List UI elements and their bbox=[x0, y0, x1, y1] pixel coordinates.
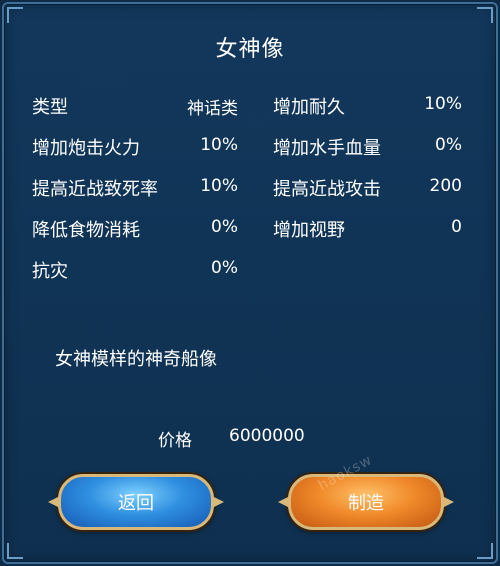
dialog-title: 女神像 bbox=[215, 37, 285, 62]
stat-label-vision: 增加视野 bbox=[273, 220, 345, 241]
item-description: 女神模样的神奇船像 bbox=[55, 349, 217, 370]
price-label: 价格 bbox=[158, 431, 192, 451]
frame-corner-ornament bbox=[477, 543, 493, 559]
stat-label-melee-attack: 提高近战攻击 bbox=[273, 179, 381, 200]
frame-corner-ornament bbox=[7, 7, 23, 23]
make-button[interactable]: 制造 bbox=[278, 474, 454, 530]
stat-value-food-consumption: 0% bbox=[211, 217, 238, 237]
stat-label-type: 类型 bbox=[32, 97, 68, 118]
stat-value-vision: 0 bbox=[451, 217, 462, 237]
stat-label-food-consumption: 降低食物消耗 bbox=[32, 220, 140, 241]
stat-label-melee-kill-rate: 提高近战致死率 bbox=[32, 179, 158, 200]
button-wing-ornament bbox=[212, 496, 224, 508]
stat-value-type: 神话类 bbox=[187, 99, 238, 119]
back-button[interactable]: 返回 bbox=[48, 474, 224, 530]
stat-value-durability: 10% bbox=[424, 94, 462, 114]
stat-value-disaster-resist: 0% bbox=[211, 258, 238, 278]
button-wing-ornament bbox=[48, 496, 60, 508]
make-button-label: 制造 bbox=[348, 493, 384, 514]
stat-label-sailor-hp: 增加水手血量 bbox=[273, 138, 381, 159]
stat-value-cannon-fire: 10% bbox=[200, 135, 238, 155]
stat-value-melee-kill-rate: 10% bbox=[200, 176, 238, 196]
button-wing-ornament bbox=[278, 496, 290, 508]
button-wing-ornament bbox=[442, 496, 454, 508]
stat-label-cannon-fire: 增加炮击火力 bbox=[32, 138, 140, 159]
frame-corner-ornament bbox=[477, 7, 493, 23]
stat-value-sailor-hp: 0% bbox=[435, 135, 462, 155]
frame-corner-ornament bbox=[7, 543, 23, 559]
stat-value-melee-attack: 200 bbox=[429, 176, 462, 196]
stat-label-durability: 增加耐久 bbox=[273, 97, 345, 118]
back-button-label: 返回 bbox=[118, 493, 154, 514]
price-value: 6000000 bbox=[229, 426, 305, 446]
stat-label-disaster-resist: 抗灾 bbox=[32, 261, 68, 282]
